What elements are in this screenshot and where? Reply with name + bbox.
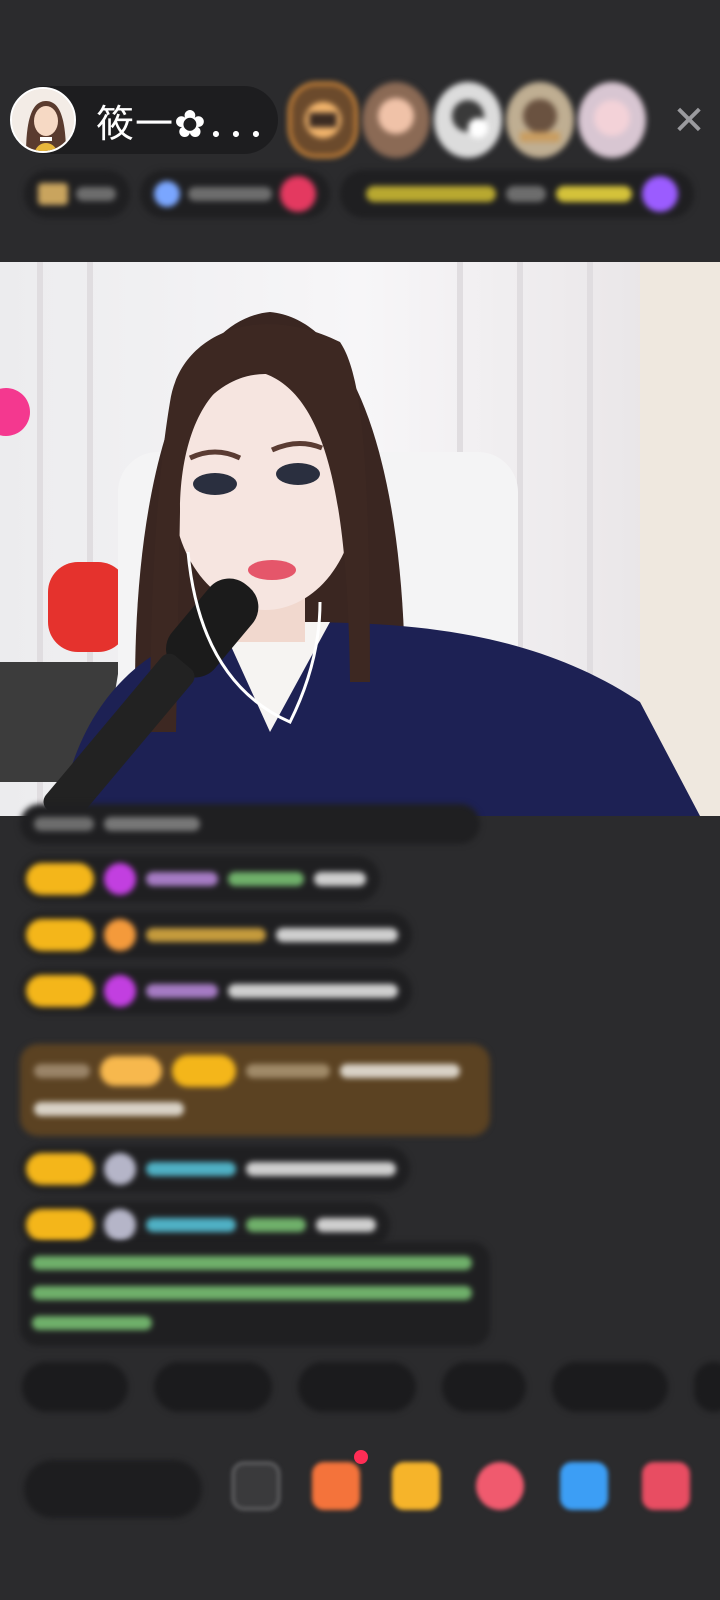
top-viewers (288, 82, 646, 158)
hot-badge[interactable] (340, 170, 694, 218)
orange-icon (104, 919, 136, 951)
level-badge (26, 863, 94, 895)
highlight-message (20, 1044, 490, 1136)
level-badge (26, 919, 94, 951)
host-info-pill[interactable]: 筱一✿．．． (10, 86, 285, 154)
vip-badge (100, 1056, 162, 1086)
level-badge (172, 1055, 236, 1087)
purple-gem-icon (104, 975, 136, 1007)
viewer-avatar[interactable] (578, 82, 646, 158)
gift-bag-icon[interactable] (392, 1462, 440, 1510)
game-icon[interactable] (560, 1462, 608, 1510)
gray-icon (104, 1153, 136, 1185)
system-notice (20, 1242, 490, 1346)
more-grid-icon[interactable] (642, 1462, 690, 1510)
host-name: 筱一✿．．． (96, 101, 286, 146)
quick-chip[interactable] (694, 1362, 720, 1412)
close-icon[interactable]: ✕ (666, 98, 712, 144)
fans-red-icon (280, 176, 316, 212)
level-badge (26, 1153, 94, 1185)
purple-gem-icon (104, 863, 136, 895)
rank-badge[interactable] (24, 170, 130, 218)
gray-icon (104, 1209, 136, 1241)
chat-message (20, 968, 412, 1014)
viewer-avatar[interactable] (362, 82, 430, 158)
viewer-avatar[interactable] (506, 82, 574, 158)
notification-dot (354, 1450, 368, 1464)
quick-chip[interactable] (442, 1362, 526, 1412)
chat-message (20, 912, 412, 958)
quick-chip[interactable] (552, 1362, 668, 1412)
gift-box-icon[interactable] (312, 1462, 360, 1510)
chat-message (20, 804, 480, 844)
chat-message (20, 856, 380, 902)
badge-row (24, 170, 694, 218)
quick-chip[interactable] (22, 1362, 128, 1412)
heart-gift-icon[interactable] (476, 1462, 524, 1510)
quick-reply-chips (22, 1362, 720, 1412)
chat-input[interactable] (24, 1460, 202, 1518)
host-avatar[interactable] (10, 87, 76, 153)
level-badge (26, 1209, 94, 1241)
quick-chip[interactable] (154, 1362, 272, 1412)
live-video[interactable] (0, 262, 720, 816)
chat-message (20, 1146, 410, 1192)
viewer-avatar[interactable] (434, 82, 502, 158)
quick-chip[interactable] (298, 1362, 416, 1412)
fans-icon (154, 181, 180, 207)
emoji-icon[interactable] (232, 1462, 280, 1510)
level-badge (26, 975, 94, 1007)
viewer-avatar[interactable] (288, 82, 358, 158)
fans-badge[interactable] (140, 170, 330, 218)
hot-badge-icon (642, 176, 678, 212)
